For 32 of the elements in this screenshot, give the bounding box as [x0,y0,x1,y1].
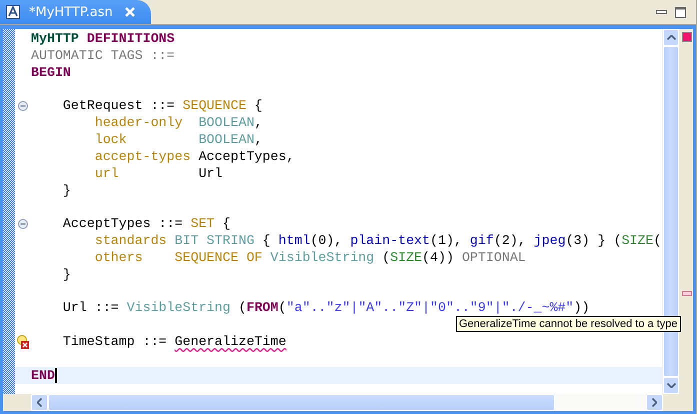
document-icon [5,4,21,20]
code-line: lock BOOLEAN, [94,132,262,146]
collapse-icon[interactable] [18,100,28,111]
code-line: accept-types AcceptTypes, [94,150,294,163]
code-line: Url ::= VisibleString (FROM("a".."z"|"A".."Z"|"0".."9"|"./-_~%#")) [62,301,590,314]
horizontal-scroll-thumb[interactable] [48,394,555,411]
error-icon[interactable] [17,334,29,349]
code-line: others SEQUENCE OF VisibleString (SIZE(4)) OPTIONAL [94,250,526,264]
scroll-right-button[interactable] [646,394,663,411]
code-line: header-only BOOLEAN, [94,116,262,130]
code-line: } [62,184,71,197]
code-line: url Url [94,166,223,180]
code-line: END [31,368,57,383]
error-tooltip: GeneralizeTime cannot be resolved to a type [456,316,680,332]
collapse-icon[interactable] [18,218,28,229]
code-line: GetRequest ::= SEQUENCE { [62,99,262,112]
code-line: AcceptTypes ::= SET { [62,217,231,230]
editor-tab[interactable]: *MyHTTP.asn [0,0,151,24]
code-line: TimeStamp ::= GeneralizeTime [62,335,286,348]
maximize-icon[interactable] [675,6,686,18]
scroll-left-button[interactable] [31,394,48,411]
minimize-icon[interactable] [656,10,667,14]
scroll-up-button[interactable] [663,29,679,46]
scroll-down-button[interactable] [663,377,679,394]
close-icon[interactable] [124,7,135,17]
error-marker[interactable] [682,291,692,296]
code-line: BEGIN [31,66,71,79]
code-line: } [62,268,71,281]
error-indicator [682,32,692,42]
code-line: AUTOMATIC TAGS ::= [31,48,175,62]
code-line: standards BIT STRING { html(0), plain-text(1), gif(2), jpeg(3) } (SIZE( [94,234,662,248]
code-line: MyHTTP DEFINITIONS [31,32,175,45]
